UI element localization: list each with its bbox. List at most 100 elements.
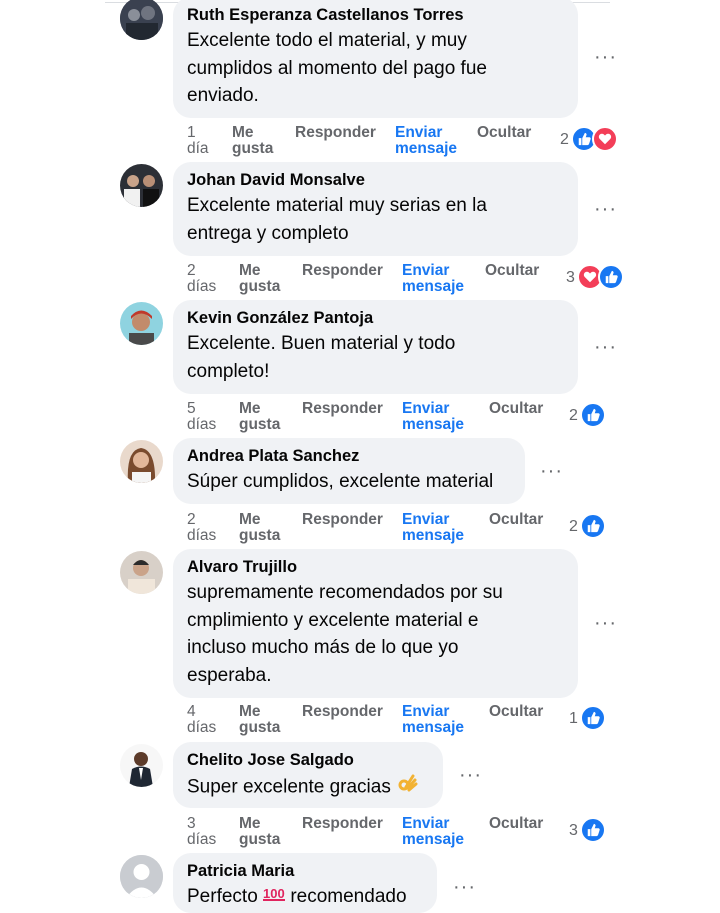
- comment-text: Super excelente gracias: [187, 772, 429, 803]
- reaction-count: 2: [569, 518, 578, 535]
- comment-author[interactable]: Patricia Maria: [187, 861, 423, 881]
- comment-line: Perfecto: [187, 886, 258, 907]
- more-options-icon[interactable]: ···: [594, 337, 617, 357]
- send-message-button[interactable]: Enviar mensaje: [402, 263, 464, 295]
- comment-author[interactable]: Andrea Plata Sanchez: [187, 446, 511, 466]
- more-options-icon[interactable]: ···: [594, 199, 617, 219]
- comment-time[interactable]: 2 días: [187, 512, 216, 544]
- comment-line: supremamente recomendados por su: [187, 582, 503, 603]
- comment-text: Perfecto 100 recomendado: [187, 883, 423, 911]
- reaction-count: 1: [569, 710, 578, 727]
- hide-button[interactable]: Ocultar: [477, 125, 531, 141]
- like-button[interactable]: Me gusta: [239, 263, 280, 295]
- send-message-button[interactable]: Enviar mensaje: [402, 816, 464, 848]
- reply-button[interactable]: Responder: [302, 704, 383, 720]
- comment-time[interactable]: 1 día: [187, 125, 209, 157]
- comment-bubble: Johan David Monsalve Excelente material …: [173, 162, 578, 256]
- avatar[interactable]: [120, 855, 163, 898]
- comment-line: cumplidos al momento del pago fue: [187, 57, 487, 79]
- reaction-summary[interactable]: 2: [560, 126, 618, 152]
- more-options-icon[interactable]: ···: [594, 47, 617, 67]
- comment-line: entrega y completo: [187, 222, 349, 244]
- love-reaction-icon: [592, 126, 618, 152]
- avatar[interactable]: [120, 551, 163, 594]
- send-message-button[interactable]: Enviar mensaje: [402, 401, 464, 433]
- reaction-count: 2: [560, 131, 569, 148]
- comment-bubble: Chelito Jose Salgado Super excelente gra…: [173, 742, 443, 808]
- reply-button[interactable]: Responder: [302, 401, 383, 417]
- reaction-count: 2: [569, 407, 578, 424]
- hide-button[interactable]: Ocultar: [489, 704, 543, 720]
- comment-time[interactable]: 2 días: [187, 263, 216, 295]
- comment-time[interactable]: 3 días: [187, 816, 216, 848]
- comment-line: Excelente material muy serias en la: [187, 195, 487, 216]
- hide-button[interactable]: Ocultar: [485, 263, 539, 279]
- comment-author[interactable]: Ruth Esperanza Castellanos Torres: [187, 5, 564, 25]
- avatar[interactable]: [120, 0, 163, 40]
- comment-feed: Ruth Esperanza Castellanos Torres Excele…: [0, 0, 720, 913]
- avatar[interactable]: [120, 744, 163, 787]
- comment-bubble: Alvaro Trujillo supremamente recomendado…: [173, 549, 578, 698]
- like-reaction-icon: [598, 264, 624, 290]
- comment-time[interactable]: 5 días: [187, 401, 216, 433]
- comment-line: recomendado: [290, 886, 407, 907]
- reaction-count: 3: [566, 269, 575, 286]
- like-button[interactable]: Me gusta: [232, 125, 273, 157]
- comment-bubble: Kevin González Pantoja Excelente. Buen m…: [173, 300, 578, 394]
- comment-text: Excelente. Buen material y todo completo…: [187, 330, 564, 385]
- more-options-icon[interactable]: ···: [540, 461, 563, 481]
- like-reaction-icon: [580, 513, 606, 539]
- reaction-count: 3: [569, 822, 578, 839]
- like-reaction-icon: [580, 705, 606, 731]
- reaction-summary[interactable]: 3: [566, 264, 624, 290]
- reaction-summary[interactable]: 1: [569, 705, 609, 731]
- reaction-summary[interactable]: 3: [569, 817, 609, 843]
- send-message-button[interactable]: Enviar mensaje: [395, 125, 457, 157]
- reply-button[interactable]: Responder: [302, 263, 383, 279]
- comment-line: Excelente. Buen material y todo: [187, 333, 456, 354]
- comment-author[interactable]: Kevin González Pantoja: [187, 308, 564, 328]
- comment-bubble: Andrea Plata Sanchez Súper cumplidos, ex…: [173, 438, 525, 504]
- comment-line: cmplimiento y excelente material e: [187, 609, 479, 631]
- send-message-button[interactable]: Enviar mensaje: [402, 704, 464, 736]
- like-reaction-icon: [580, 817, 606, 843]
- reaction-summary[interactable]: 2: [569, 402, 609, 428]
- avatar[interactable]: [120, 302, 163, 345]
- like-button[interactable]: Me gusta: [239, 512, 280, 544]
- comment-line: esperaba.: [187, 664, 272, 686]
- comment-time[interactable]: 4 días: [187, 704, 216, 736]
- like-button[interactable]: Me gusta: [239, 401, 280, 433]
- comment-author[interactable]: Johan David Monsalve: [187, 170, 564, 190]
- comment-line: enviado.: [187, 85, 259, 106]
- reply-button[interactable]: Responder: [295, 125, 376, 141]
- hide-button[interactable]: Ocultar: [489, 816, 543, 832]
- comment-line: Super excelente gracias: [187, 776, 391, 798]
- like-button[interactable]: Me gusta: [239, 816, 280, 848]
- svg-text:100: 100: [263, 886, 285, 901]
- hide-button[interactable]: Ocultar: [489, 512, 543, 528]
- avatar[interactable]: [120, 164, 163, 207]
- comment-line: completo!: [187, 360, 270, 382]
- comment-text: Excelente material muy serias en la entr…: [187, 192, 564, 247]
- comment-author[interactable]: Chelito Jose Salgado: [187, 750, 429, 770]
- comment-line: incluso mucho más de lo que yo: [187, 637, 459, 658]
- more-options-icon[interactable]: ···: [594, 613, 617, 633]
- like-reaction-icon: [580, 402, 606, 428]
- avatar[interactable]: [120, 440, 163, 483]
- reaction-summary[interactable]: 2: [569, 513, 609, 539]
- comment-bubble: Patricia Maria Perfecto 100 recomendado: [173, 853, 437, 913]
- reply-button[interactable]: Responder: [302, 816, 383, 832]
- more-options-icon[interactable]: ···: [453, 877, 476, 897]
- hundred-emoji-icon: 100: [263, 883, 286, 911]
- comment-line: Excelente todo el material, y muy: [187, 30, 467, 51]
- comment-author[interactable]: Alvaro Trujillo: [187, 557, 564, 577]
- comment-text: supremamente recomendados por su cmplimi…: [187, 579, 564, 689]
- comment-line: Súper cumplidos, excelente material: [187, 471, 494, 492]
- hide-button[interactable]: Ocultar: [489, 401, 543, 417]
- comment-text: Súper cumplidos, excelente material: [187, 468, 511, 496]
- reply-button[interactable]: Responder: [302, 512, 383, 528]
- more-options-icon[interactable]: ···: [459, 765, 482, 785]
- like-button[interactable]: Me gusta: [239, 704, 280, 736]
- send-message-button[interactable]: Enviar mensaje: [402, 512, 464, 544]
- ok-hand-emoji-icon: [396, 772, 418, 803]
